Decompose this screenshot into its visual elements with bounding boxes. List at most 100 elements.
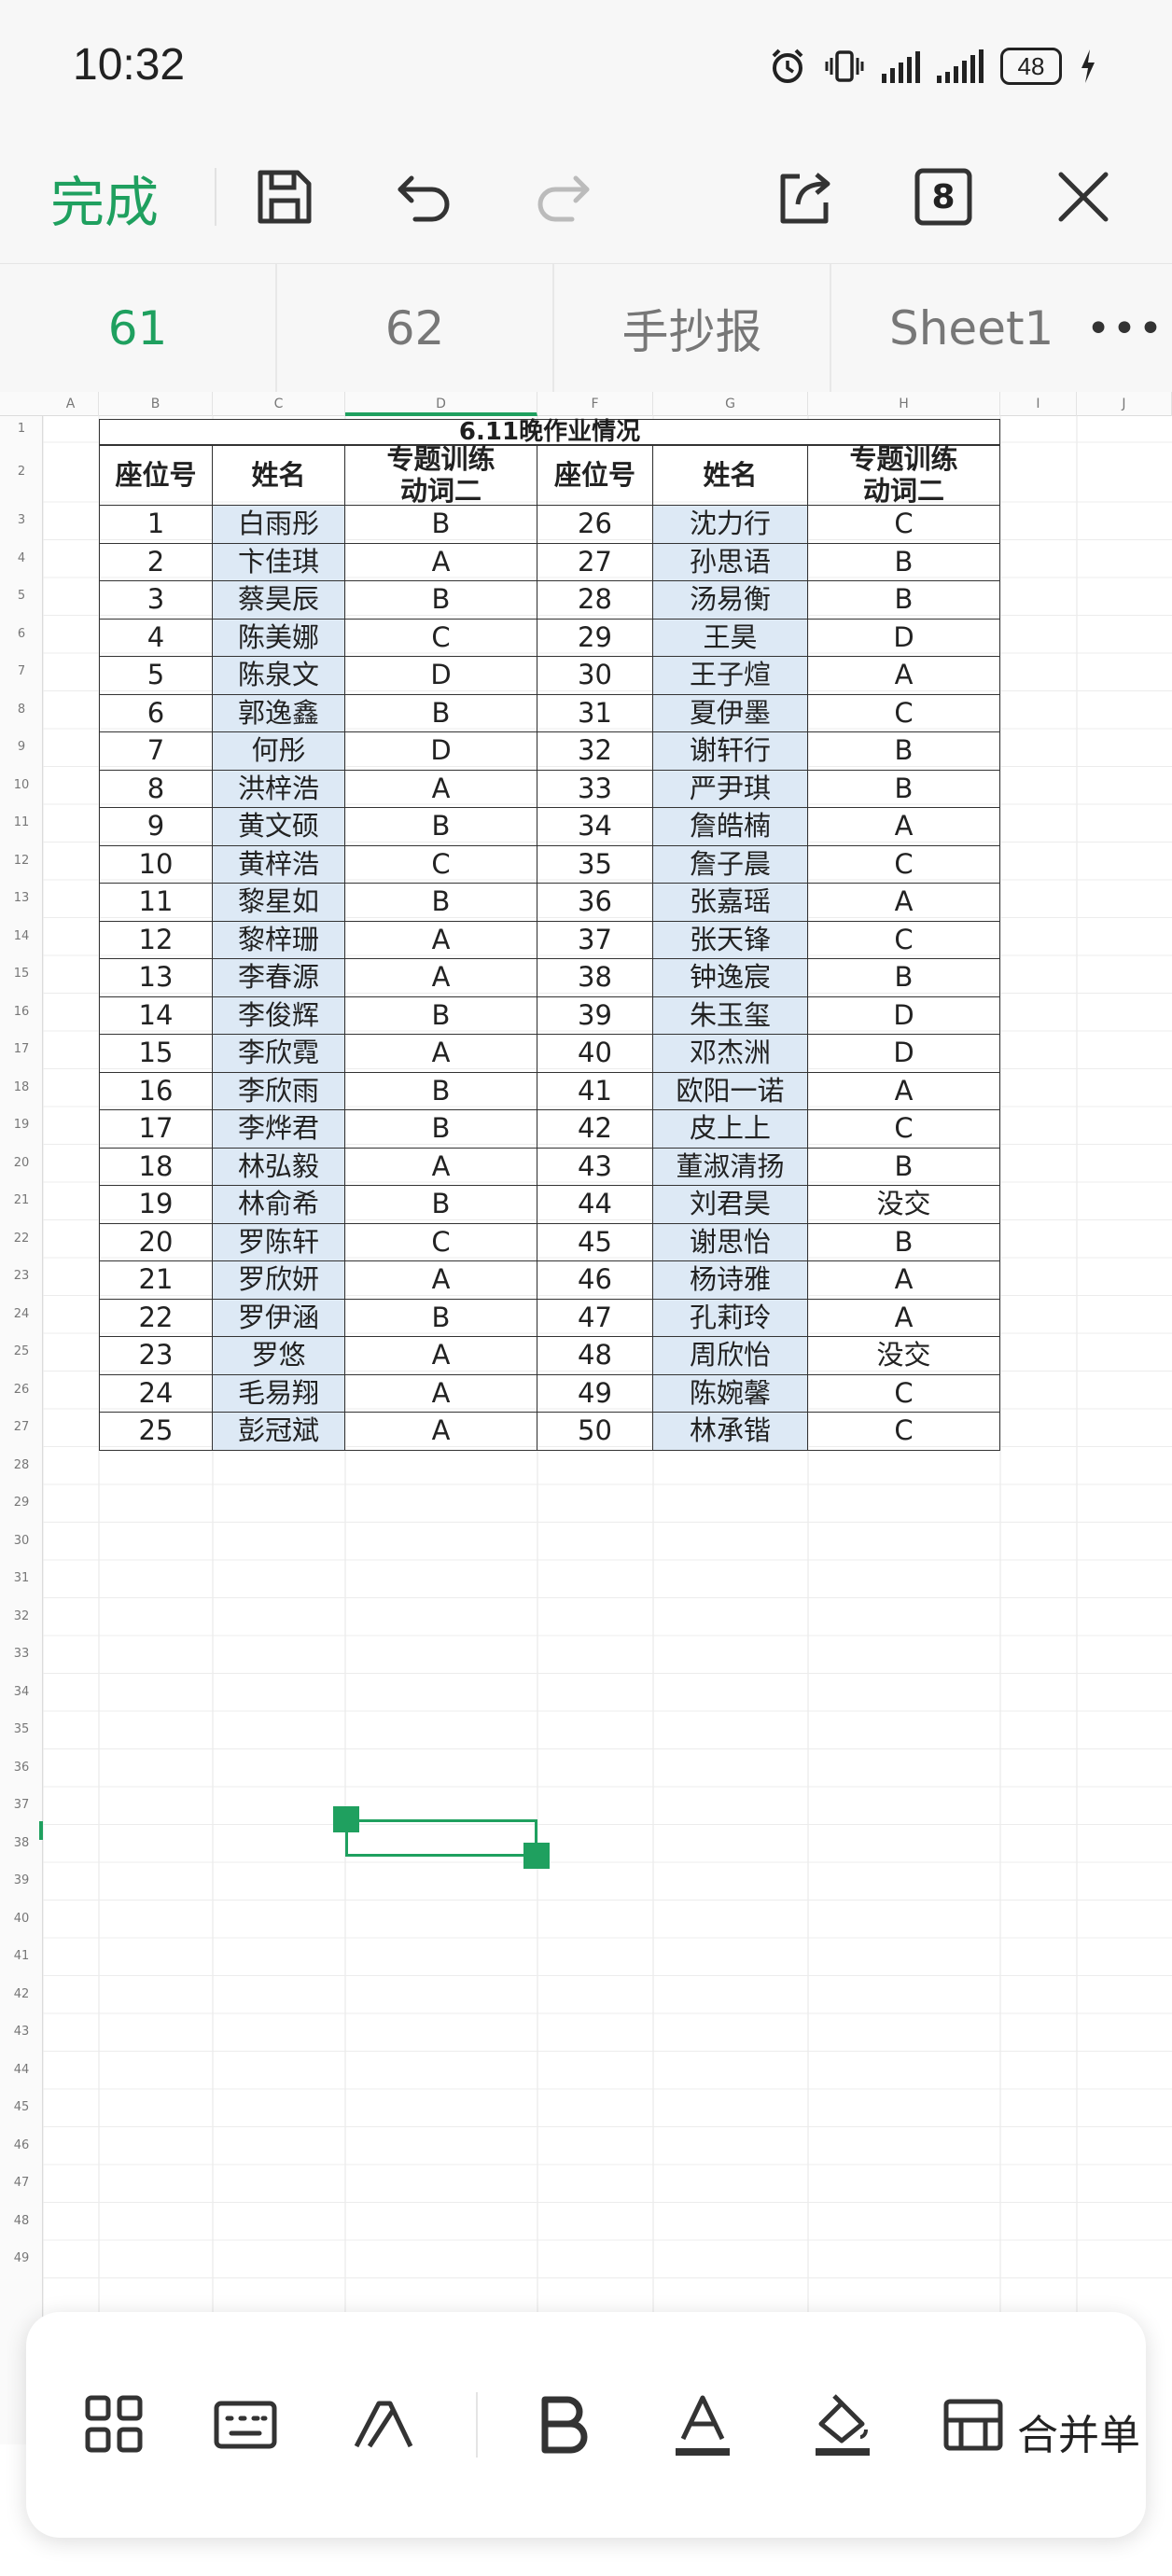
seat-number-cell[interactable]: 2 bbox=[99, 543, 213, 581]
grade-cell[interactable]: B bbox=[345, 884, 537, 922]
grade-cell[interactable]: 没交 bbox=[808, 1186, 1000, 1224]
seat-number-cell[interactable]: 3 bbox=[99, 581, 213, 620]
seat-number-cell[interactable]: 11 bbox=[99, 884, 213, 922]
student-name-cell[interactable]: 张嘉瑶 bbox=[653, 884, 808, 922]
student-name-cell[interactable]: 黎星如 bbox=[213, 884, 345, 922]
row-header-37[interactable]: 37 bbox=[0, 1798, 43, 1812]
grade-cell[interactable]: B bbox=[345, 996, 537, 1035]
student-name-cell[interactable]: 李欣霓 bbox=[213, 1035, 345, 1073]
student-name-cell[interactable]: 谢思怡 bbox=[653, 1223, 808, 1261]
row-header-41[interactable]: 41 bbox=[0, 1949, 43, 1963]
student-name-cell[interactable]: 卞佳琪 bbox=[213, 543, 345, 581]
seat-number-cell[interactable]: 45 bbox=[537, 1223, 653, 1261]
seat-number-cell[interactable]: 7 bbox=[99, 732, 213, 771]
seat-number-cell[interactable]: 41 bbox=[537, 1072, 653, 1110]
seat-number-cell[interactable]: 39 bbox=[537, 996, 653, 1035]
selection-handle-start[interactable] bbox=[333, 1806, 359, 1832]
seat-number-cell[interactable]: 48 bbox=[537, 1337, 653, 1375]
student-name-cell[interactable]: 邓杰洲 bbox=[653, 1035, 808, 1073]
row-header-14[interactable]: 14 bbox=[0, 929, 43, 943]
seat-number-cell[interactable]: 30 bbox=[537, 657, 653, 695]
student-name-cell[interactable]: 郭逸鑫 bbox=[213, 694, 345, 732]
row-header-7[interactable]: 7 bbox=[0, 664, 43, 678]
grade-cell[interactable]: A bbox=[345, 770, 537, 808]
student-name-cell[interactable]: 夏伊墨 bbox=[653, 694, 808, 732]
seat-number-cell[interactable]: 31 bbox=[537, 694, 653, 732]
seat-number-cell[interactable]: 19 bbox=[99, 1186, 213, 1224]
fill-color-button[interactable] bbox=[801, 2383, 885, 2467]
row-header-40[interactable]: 40 bbox=[0, 1912, 43, 1926]
student-name-cell[interactable]: 谢轩行 bbox=[653, 732, 808, 771]
student-name-cell[interactable]: 林弘毅 bbox=[213, 1148, 345, 1186]
student-name-cell[interactable]: 李欣雨 bbox=[213, 1072, 345, 1110]
row-header-34[interactable]: 34 bbox=[0, 1685, 43, 1699]
seat-number-cell[interactable]: 33 bbox=[537, 770, 653, 808]
column-header-i[interactable]: I bbox=[1000, 392, 1077, 416]
student-name-cell[interactable]: 白雨彤 bbox=[213, 506, 345, 544]
row-header-42[interactable]: 42 bbox=[0, 1987, 43, 2001]
seat-number-cell[interactable]: 46 bbox=[537, 1261, 653, 1300]
row-header-36[interactable]: 36 bbox=[0, 1761, 43, 1775]
grade-cell[interactable]: 没交 bbox=[808, 1337, 1000, 1375]
row-header-15[interactable]: 15 bbox=[0, 967, 43, 981]
student-name-cell[interactable]: 皮上上 bbox=[653, 1110, 808, 1149]
share-button[interactable] bbox=[767, 159, 844, 235]
row-header-31[interactable]: 31 bbox=[0, 1571, 43, 1585]
row-header-16[interactable]: 16 bbox=[0, 1005, 43, 1019]
grade-cell[interactable]: B bbox=[345, 1299, 537, 1337]
seat-number-cell[interactable]: 50 bbox=[537, 1413, 653, 1451]
column-header-g[interactable]: G bbox=[653, 392, 808, 416]
row-header-17[interactable]: 17 bbox=[0, 1042, 43, 1056]
row-header-3[interactable]: 3 bbox=[0, 513, 43, 527]
grade-cell[interactable]: A bbox=[345, 1261, 537, 1300]
grade-cell[interactable]: A bbox=[808, 884, 1000, 922]
seat-number-cell[interactable]: 38 bbox=[537, 959, 653, 997]
seat-number-cell[interactable]: 26 bbox=[537, 506, 653, 544]
row-header-44[interactable]: 44 bbox=[0, 2063, 43, 2077]
row-header-10[interactable]: 10 bbox=[0, 778, 43, 792]
seat-number-cell[interactable]: 43 bbox=[537, 1148, 653, 1186]
seat-number-cell[interactable]: 44 bbox=[537, 1186, 653, 1224]
grade-cell[interactable]: C bbox=[808, 1374, 1000, 1413]
seat-number-cell[interactable]: 32 bbox=[537, 732, 653, 771]
seat-number-cell[interactable]: 13 bbox=[99, 959, 213, 997]
seat-number-cell[interactable]: 22 bbox=[99, 1299, 213, 1337]
seat-number-cell[interactable]: 42 bbox=[537, 1110, 653, 1149]
student-name-cell[interactable]: 刘君昊 bbox=[653, 1186, 808, 1224]
grade-cell[interactable]: B bbox=[345, 506, 537, 544]
row-header-38[interactable]: 38 bbox=[0, 1836, 43, 1850]
seat-number-cell[interactable]: 8 bbox=[99, 770, 213, 808]
sheet-title[interactable]: 6.11晚作业情况 bbox=[99, 419, 1000, 445]
grade-cell[interactable]: A bbox=[808, 808, 1000, 846]
grade-cell[interactable]: D bbox=[345, 657, 537, 695]
grade-cell[interactable]: A bbox=[808, 1072, 1000, 1110]
seat-number-cell[interactable]: 27 bbox=[537, 543, 653, 581]
row-header-19[interactable]: 19 bbox=[0, 1118, 43, 1132]
grade-cell[interactable]: B bbox=[808, 770, 1000, 808]
more-tabs-button[interactable]: ••• bbox=[1079, 264, 1172, 393]
row-header-18[interactable]: 18 bbox=[0, 1080, 43, 1094]
seat-number-cell[interactable]: 15 bbox=[99, 1035, 213, 1073]
row-header-25[interactable]: 25 bbox=[0, 1344, 43, 1358]
column-header-h[interactable]: H bbox=[808, 392, 1000, 416]
redo-button[interactable] bbox=[524, 159, 601, 235]
grade-cell[interactable]: A bbox=[345, 1413, 537, 1451]
grade-cell[interactable]: B bbox=[345, 694, 537, 732]
seat-number-cell[interactable]: 6 bbox=[99, 694, 213, 732]
column-header-f[interactable]: F bbox=[537, 392, 653, 416]
tab-sheet1[interactable]: Sheet1 bbox=[831, 264, 1109, 393]
grade-cell[interactable]: D bbox=[808, 996, 1000, 1035]
row-header-43[interactable]: 43 bbox=[0, 2025, 43, 2039]
seat-number-cell[interactable]: 28 bbox=[537, 581, 653, 620]
student-name-cell[interactable]: 蔡昊辰 bbox=[213, 581, 345, 620]
student-name-cell[interactable]: 罗陈轩 bbox=[213, 1223, 345, 1261]
row-header-24[interactable]: 24 bbox=[0, 1307, 43, 1321]
row-header-46[interactable]: 46 bbox=[0, 2138, 43, 2152]
grade-cell[interactable]: B bbox=[808, 543, 1000, 581]
seat-number-cell[interactable]: 49 bbox=[537, 1374, 653, 1413]
student-name-cell[interactable]: 罗伊涵 bbox=[213, 1299, 345, 1337]
seat-number-cell[interactable]: 25 bbox=[99, 1413, 213, 1451]
row-header-9[interactable]: 9 bbox=[0, 740, 43, 754]
student-name-cell[interactable]: 何彤 bbox=[213, 732, 345, 771]
save-button[interactable] bbox=[246, 159, 323, 235]
